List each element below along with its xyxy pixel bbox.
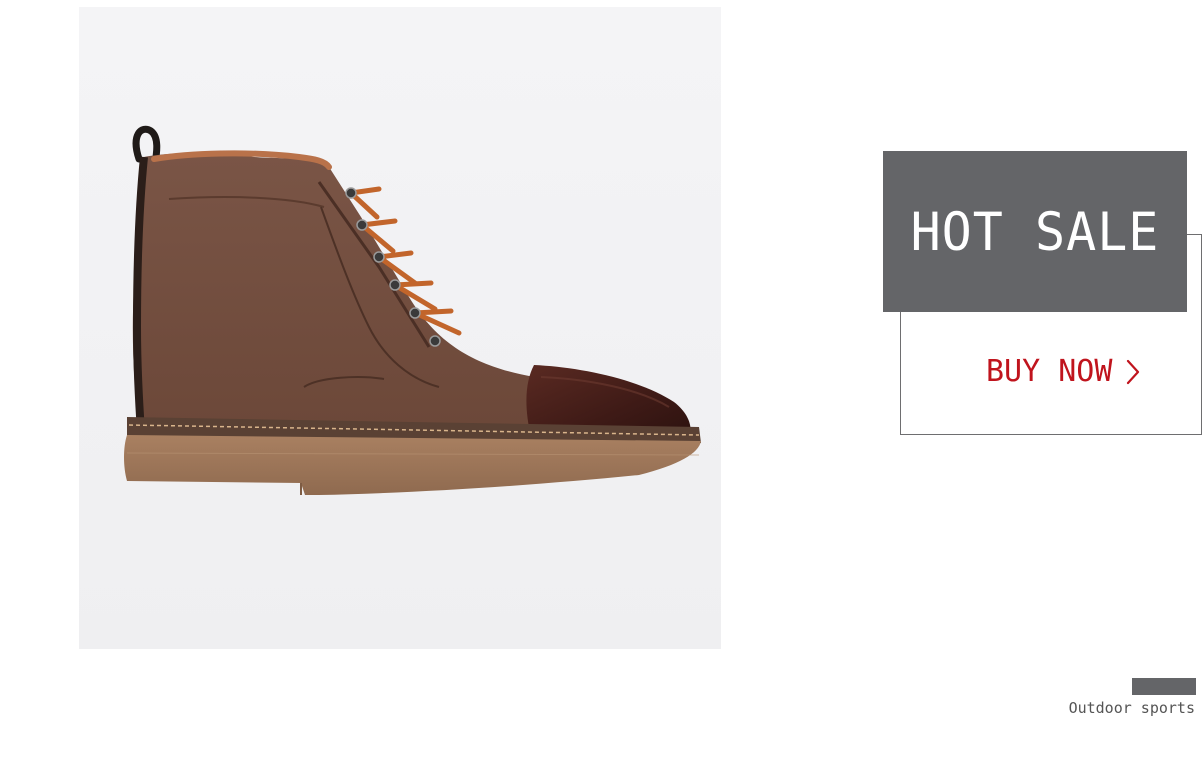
buy-now-label: BUY NOW <box>986 354 1113 389</box>
category-caption[interactable]: Outdoor sports <box>1069 699 1195 717</box>
hot-sale-title: HOT SALE <box>910 201 1160 262</box>
product-image[interactable] <box>79 7 721 649</box>
boot-illustration <box>124 125 701 495</box>
category-tag-bar <box>1132 678 1196 695</box>
chevron-right-icon <box>1127 359 1140 385</box>
hot-sale-panel: HOT SALE <box>883 151 1187 312</box>
buy-now-button[interactable]: BUY NOW <box>986 352 1140 392</box>
